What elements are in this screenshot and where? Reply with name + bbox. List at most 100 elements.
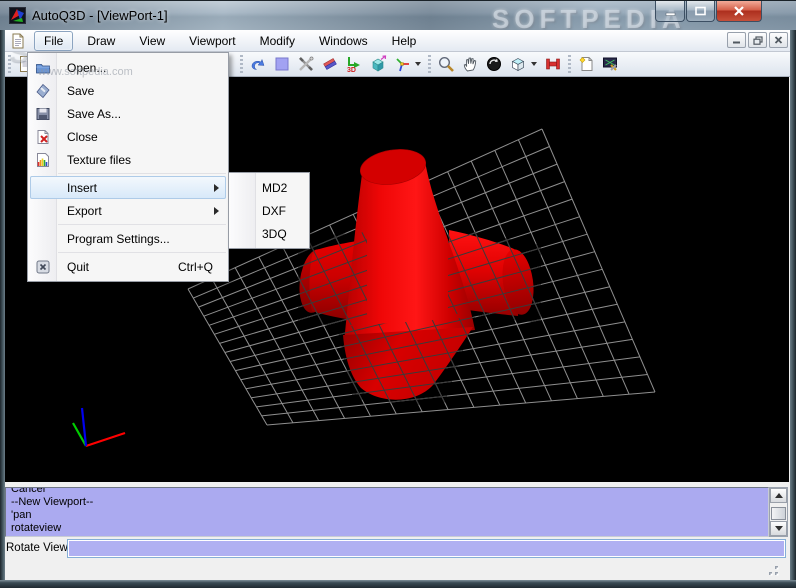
menu-help[interactable]: Help bbox=[382, 31, 427, 51]
quit-box-icon bbox=[35, 259, 51, 275]
eraser-button[interactable] bbox=[318, 53, 342, 75]
file-menu-item-quit[interactable]: Quit Ctrl+Q bbox=[30, 255, 226, 278]
prompt-label: Rotate View: bbox=[6, 542, 71, 554]
app-icon bbox=[9, 7, 26, 24]
extrude-icon bbox=[372, 55, 387, 72]
menu-item-label: Quit bbox=[67, 259, 90, 274]
view-mode-cube-dropdown-caret[interactable] bbox=[531, 62, 537, 66]
measure-button[interactable] bbox=[541, 53, 565, 75]
minimize-button[interactable] bbox=[655, 1, 685, 22]
undo-button[interactable] bbox=[246, 53, 270, 75]
mdi-close-button[interactable] bbox=[769, 32, 788, 48]
file-menu: Open... Save Save As... Close Texture files I… bbox=[27, 52, 229, 282]
insert-submenu-item-md2[interactable]: MD2 bbox=[231, 176, 307, 199]
menu-windows[interactable]: Windows bbox=[309, 31, 378, 51]
color-swatch-button[interactable] bbox=[270, 53, 294, 75]
mdi-restore-button[interactable] bbox=[748, 32, 767, 48]
close-doc-icon bbox=[35, 129, 51, 145]
scroll-up-button[interactable] bbox=[770, 488, 787, 503]
program-tools-icon bbox=[603, 57, 617, 71]
menu-draw[interactable]: Draw bbox=[77, 31, 125, 51]
tools-icon bbox=[299, 56, 314, 71]
file-menu-item-insert[interactable]: Insert bbox=[30, 176, 226, 199]
insert-submenu: MD2 DXF 3DQ bbox=[228, 172, 310, 249]
tools-button[interactable] bbox=[294, 53, 318, 75]
menu-item-label: Save As... bbox=[67, 106, 122, 121]
window-title: AutoQ3D - [ViewPort-1] bbox=[32, 8, 168, 23]
file-menu-item-texture-files[interactable]: Texture files bbox=[30, 148, 226, 171]
mdi-minimize-button[interactable] bbox=[727, 32, 746, 48]
undo-icon bbox=[251, 58, 265, 70]
file-menu-item-export[interactable]: Export bbox=[30, 199, 226, 222]
save-as-disk-icon bbox=[35, 106, 51, 122]
menu-separator bbox=[58, 252, 226, 253]
program-tools-button[interactable] bbox=[598, 53, 622, 75]
view-mode-cube-button[interactable] bbox=[506, 53, 530, 75]
file-menu-item-open[interactable]: Open... bbox=[30, 56, 226, 79]
menu-item-label: Insert bbox=[67, 180, 98, 195]
pan-button[interactable] bbox=[458, 53, 482, 75]
console-line: 'pan bbox=[11, 509, 32, 521]
new-part-button[interactable] bbox=[574, 53, 598, 75]
eraser-icon bbox=[323, 58, 337, 70]
file-menu-item-save[interactable]: Save bbox=[30, 79, 226, 102]
file-menu-item-save-as[interactable]: Save As... bbox=[30, 102, 226, 125]
application-window: AutoQ3D - [ViewPort-1] SOFTPEDIA File Dra… bbox=[0, 0, 796, 588]
orientation-axes-dropdown-caret[interactable] bbox=[415, 62, 421, 66]
mdi-buttons bbox=[727, 32, 788, 48]
window-border-right bbox=[790, 30, 796, 580]
menu-view[interactable]: View bbox=[129, 31, 175, 51]
menu-file[interactable]: File bbox=[34, 30, 74, 51]
menu-item-label: Close bbox=[67, 129, 98, 144]
orientation-axes-button[interactable] bbox=[390, 53, 414, 75]
zoom-button[interactable] bbox=[434, 53, 458, 75]
scrollbar-thumb[interactable] bbox=[771, 507, 786, 520]
caption-buttons bbox=[655, 1, 762, 22]
toolbar-grip[interactable] bbox=[568, 55, 571, 73]
move-3d-button[interactable]: 3D bbox=[342, 53, 366, 75]
blank-icon bbox=[35, 203, 51, 219]
file-menu-item-program-settings[interactable]: Program Settings... bbox=[30, 227, 226, 250]
menu-bar: File Draw View Viewport Modify Windows Help bbox=[5, 30, 790, 52]
pan-icon bbox=[463, 57, 477, 72]
toolbar-grip[interactable] bbox=[428, 55, 431, 73]
menu-item-label: Texture files bbox=[67, 152, 132, 167]
arrow-down-icon bbox=[774, 526, 783, 531]
x-axis-icon bbox=[85, 431, 126, 448]
texture-doc-icon bbox=[35, 152, 51, 168]
maximize-button[interactable] bbox=[686, 1, 715, 22]
scroll-down-button[interactable] bbox=[770, 521, 787, 536]
zoom-icon bbox=[438, 56, 454, 72]
minimize-icon bbox=[665, 12, 675, 16]
title-bar[interactable]: AutoQ3D - [ViewPort-1] SOFTPEDIA bbox=[0, 0, 796, 34]
menubar-items: File Draw View Viewport Modify Windows Help bbox=[32, 30, 428, 51]
toolbar-grip[interactable] bbox=[8, 55, 11, 73]
menu-item-label: Save bbox=[67, 83, 95, 98]
move-3d-icon: 3D bbox=[347, 57, 360, 73]
resize-grip[interactable] bbox=[762, 561, 780, 577]
rotate-view-button[interactable] bbox=[482, 53, 506, 75]
console-line: --New Viewport-- bbox=[11, 496, 94, 508]
toolbar-grip[interactable] bbox=[240, 55, 243, 73]
axis-gizmo bbox=[72, 407, 126, 448]
color-swatch-icon bbox=[275, 57, 289, 71]
menu-separator bbox=[58, 173, 226, 174]
measure-icon bbox=[546, 58, 560, 70]
file-menu-item-close[interactable]: Close bbox=[30, 125, 226, 148]
close-button[interactable] bbox=[716, 1, 762, 22]
console-scrollbar[interactable] bbox=[769, 487, 788, 537]
insert-submenu-item-3dq[interactable]: 3DQ bbox=[231, 222, 307, 245]
menu-viewport[interactable]: Viewport bbox=[179, 31, 245, 51]
menu-modify[interactable]: Modify bbox=[250, 31, 305, 51]
command-input[interactable] bbox=[67, 539, 786, 558]
document-icon bbox=[12, 33, 24, 48]
arrow-up-icon bbox=[774, 493, 783, 498]
menu-item-label: DXF bbox=[262, 203, 286, 218]
insert-submenu-item-dxf[interactable]: DXF bbox=[231, 199, 307, 222]
console-line: rotateview bbox=[11, 522, 62, 534]
new-part-icon bbox=[579, 57, 593, 71]
submenu-arrow-icon bbox=[214, 206, 219, 215]
command-history[interactable]: Cancel --New Viewport--'pan rotateview bbox=[5, 487, 769, 537]
extrude-button[interactable] bbox=[366, 53, 390, 75]
submenu-arrow-icon bbox=[214, 183, 219, 192]
